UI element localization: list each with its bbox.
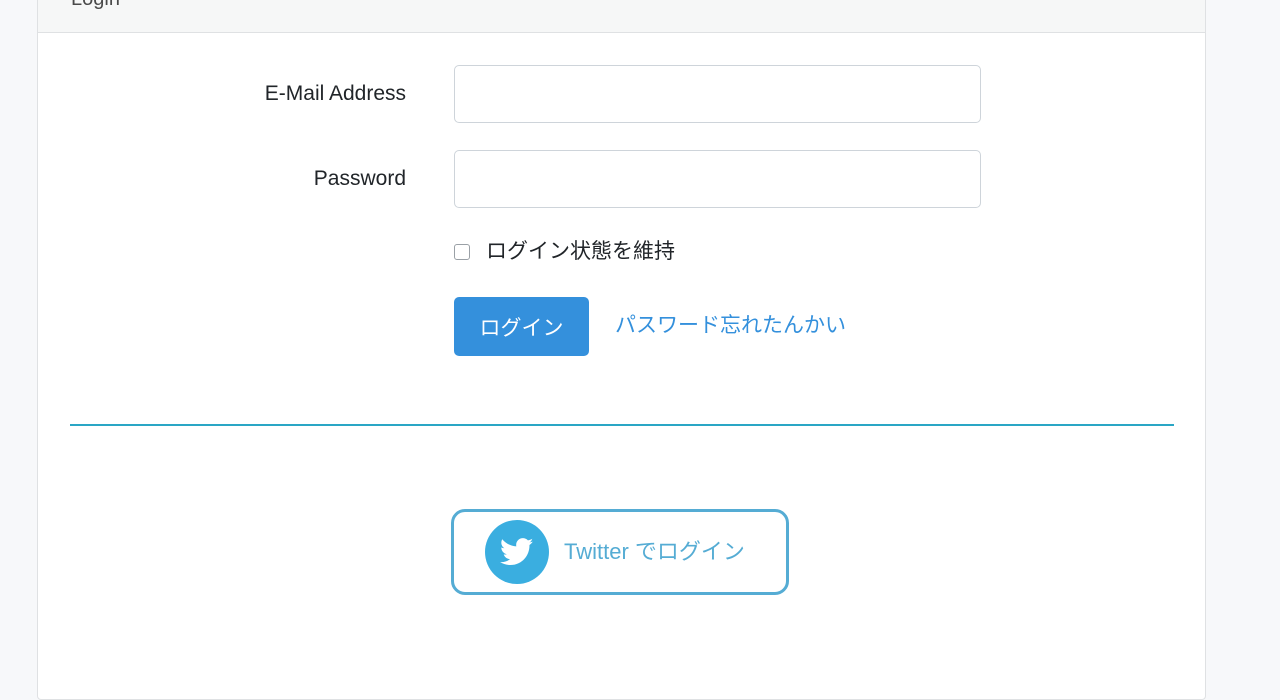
remember-label[interactable]: ログイン状態を維持	[486, 239, 675, 265]
twitter-bird-icon	[485, 520, 549, 584]
forgot-password-link[interactable]: パスワード忘れたんかい	[615, 313, 846, 339]
twitter-login-button[interactable]: Twitter でログイン	[451, 509, 789, 595]
remember-checkbox[interactable]	[454, 244, 470, 260]
twitter-login-label: Twitter でログイン	[564, 539, 745, 564]
password-label: Password	[313, 167, 406, 190]
email-label: E-Mail Address	[264, 82, 406, 105]
email-input[interactable]	[454, 65, 981, 123]
login-button[interactable]: ログイン	[454, 297, 589, 356]
card-header: Login	[38, 0, 1205, 33]
card-header-title: Login	[71, 0, 120, 11]
divider	[70, 424, 1174, 426]
remember-row: ログイン状態を維持	[454, 238, 675, 266]
password-input[interactable]	[454, 150, 981, 208]
